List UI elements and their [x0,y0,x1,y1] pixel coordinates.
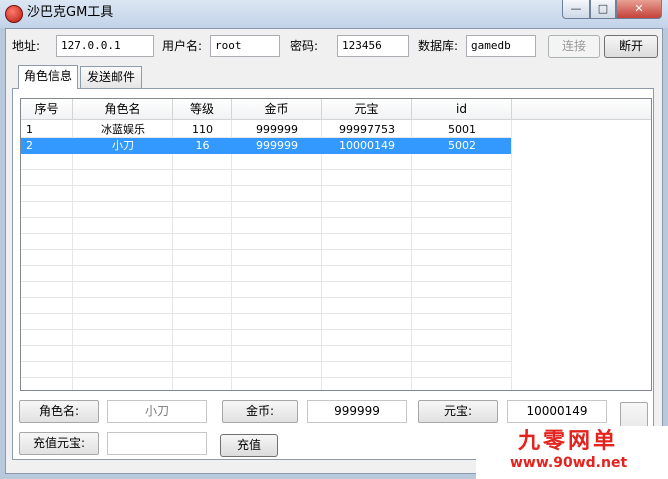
grid-line [21,281,511,282]
grid-line [411,120,412,390]
minimize-button[interactable]: — [562,0,590,19]
column-header-role-name[interactable]: 角色名 [73,99,173,120]
yuanbao-field[interactable]: 10000149 [507,400,607,423]
role-list[interactable]: 序号 角色名 等级 金币 元宝 id 1 冰蓝娱乐 110 999999 999… [20,98,652,391]
database-input[interactable]: gamedb [466,35,536,57]
cell-yuanbao: 10000149 [339,139,395,152]
tab-role-info[interactable]: 角色信息 [18,65,78,89]
yuanbao-label: 元宝: [418,400,498,423]
cell-id: 5001 [448,123,476,136]
password-input[interactable]: 123456 [337,35,409,57]
database-label: 数据库: [418,39,459,53]
disconnect-button[interactable]: 断开 [604,35,658,58]
column-header-gold[interactable]: 金币 [232,99,322,120]
grid-line [172,120,173,390]
recharge-label: 充值元宝: [19,432,99,455]
table-row-selected[interactable]: 2 小刀 16 999999 10000149 5002 [21,138,511,154]
address-input[interactable]: 127.0.0.1 [56,35,154,57]
grid-line [21,313,511,314]
watermark-url: www.90wd.net [510,455,628,471]
connect-button[interactable]: 连接 [548,35,600,58]
user-input[interactable]: root [210,35,280,57]
column-header-id[interactable]: id [412,99,512,120]
recharge-input[interactable] [107,432,207,455]
cell-role-name: 小刀 [112,139,134,152]
grid-line [321,120,322,390]
cell-index: 1 [26,123,33,136]
grid-line [21,169,511,170]
maximize-button[interactable]: □ [590,0,616,19]
cell-yuanbao: 99997753 [339,123,395,136]
recharge-button[interactable]: 充值 [220,434,278,457]
gold-field[interactable]: 999999 [307,400,407,423]
watermark-title: 九零网单 [518,429,619,454]
user-label: 用户名: [162,39,203,53]
column-header-level[interactable]: 等级 [173,99,232,120]
gold-label: 金币: [222,400,298,423]
address-label: 地址: [12,39,41,53]
cell-gold: 999999 [256,139,298,152]
window-title: 沙巴克GM工具 [27,5,114,20]
column-header-yuanbao[interactable]: 元宝 [322,99,412,120]
grid-line [21,185,511,186]
grid-line [21,265,511,266]
grid-line [21,217,511,218]
grid-line [21,249,511,250]
column-header-filler [512,99,651,120]
cell-level: 16 [195,139,210,152]
grid-line [21,233,511,234]
tab-send-mail[interactable]: 发送邮件 [80,66,142,88]
grid-line [21,201,511,202]
cell-role-name: 冰蓝娱乐 [101,123,145,136]
role-name-field[interactable]: 小刀 [107,400,207,423]
cell-gold: 999999 [256,123,298,136]
grid-line [511,120,512,390]
grid-line [21,297,511,298]
close-button[interactable]: ✕ [616,0,662,19]
password-label: 密码: [290,39,319,53]
cell-id: 5002 [448,139,476,152]
role-name-label: 角色名: [19,400,99,423]
column-header-index[interactable]: 序号 [21,99,73,120]
cell-level: 110 [192,123,213,136]
grid-line [231,120,232,390]
grid-line [21,377,511,378]
cell-index: 2 [26,139,33,152]
grid-line [21,329,511,330]
grid-line [21,345,511,346]
app-icon [5,5,23,23]
table-row[interactable]: 1 冰蓝娱乐 110 999999 99997753 5001 [21,122,511,138]
grid-line [21,361,511,362]
grid-line [72,120,73,390]
